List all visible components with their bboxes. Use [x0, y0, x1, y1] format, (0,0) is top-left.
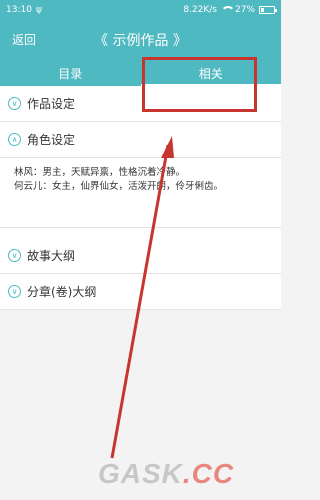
tab-catalog-label: 目录 [58, 66, 83, 81]
status-battery-percent: 27% [234, 5, 255, 15]
character-notes[interactable]: 林风：男主，天赋异禀，性格沉着冷静。 何云儿：女主，仙界仙女，活泼开朗，伶牙俐齿… [0, 158, 281, 228]
highlight-box [142, 57, 257, 112]
character-note-line: 林风：男主，天赋异禀，性格沉着冷静。 [14, 167, 186, 178]
usb-icon: ψ [35, 5, 42, 15]
section-label: 角色设定 [27, 133, 76, 147]
section-story-outline[interactable]: ∨ 故事大纲 [0, 238, 281, 274]
app-header: 返回 《 示例作品 》 [0, 20, 281, 60]
watermark-text-1: GASK [98, 458, 183, 489]
section-character-settings[interactable]: ∧ 角色设定 [0, 122, 281, 158]
related-content: ∨ 作品设定 ∧ 角色设定 林风：男主，天赋异禀，性格沉着冷静。 何云儿：女主，… [0, 86, 281, 500]
battery-icon [259, 6, 277, 14]
character-note-line: 何云儿：女主，仙界仙女，活泼开朗，伶牙俐齿。 [14, 181, 224, 192]
section-label: 分章(卷)大纲 [27, 285, 97, 299]
chevron-down-icon: ∨ [8, 97, 21, 110]
chevron-down-icon: ∨ [8, 285, 21, 298]
status-net-speed: 8.22K/s [183, 5, 217, 15]
tab-catalog[interactable]: 目录 [0, 60, 141, 86]
page-title: 《 示例作品 》 [94, 33, 187, 49]
section-chapter-outline[interactable]: ∨ 分章(卷)大纲 [0, 274, 281, 310]
section-label: 故事大纲 [27, 249, 76, 263]
wifi-icon [220, 6, 235, 14]
status-bar: 13:10 ψ 8.22K/s 27% [0, 0, 281, 20]
section-label: 作品设定 [27, 97, 76, 111]
watermark-text-2: .CC [182, 458, 235, 489]
chevron-up-icon: ∧ [8, 133, 21, 146]
spacer [0, 228, 281, 238]
watermark: GASK.CC [98, 458, 281, 498]
chevron-down-icon: ∨ [8, 249, 21, 262]
status-time: 13:10 [6, 5, 32, 15]
back-button[interactable]: 返回 [12, 31, 36, 48]
